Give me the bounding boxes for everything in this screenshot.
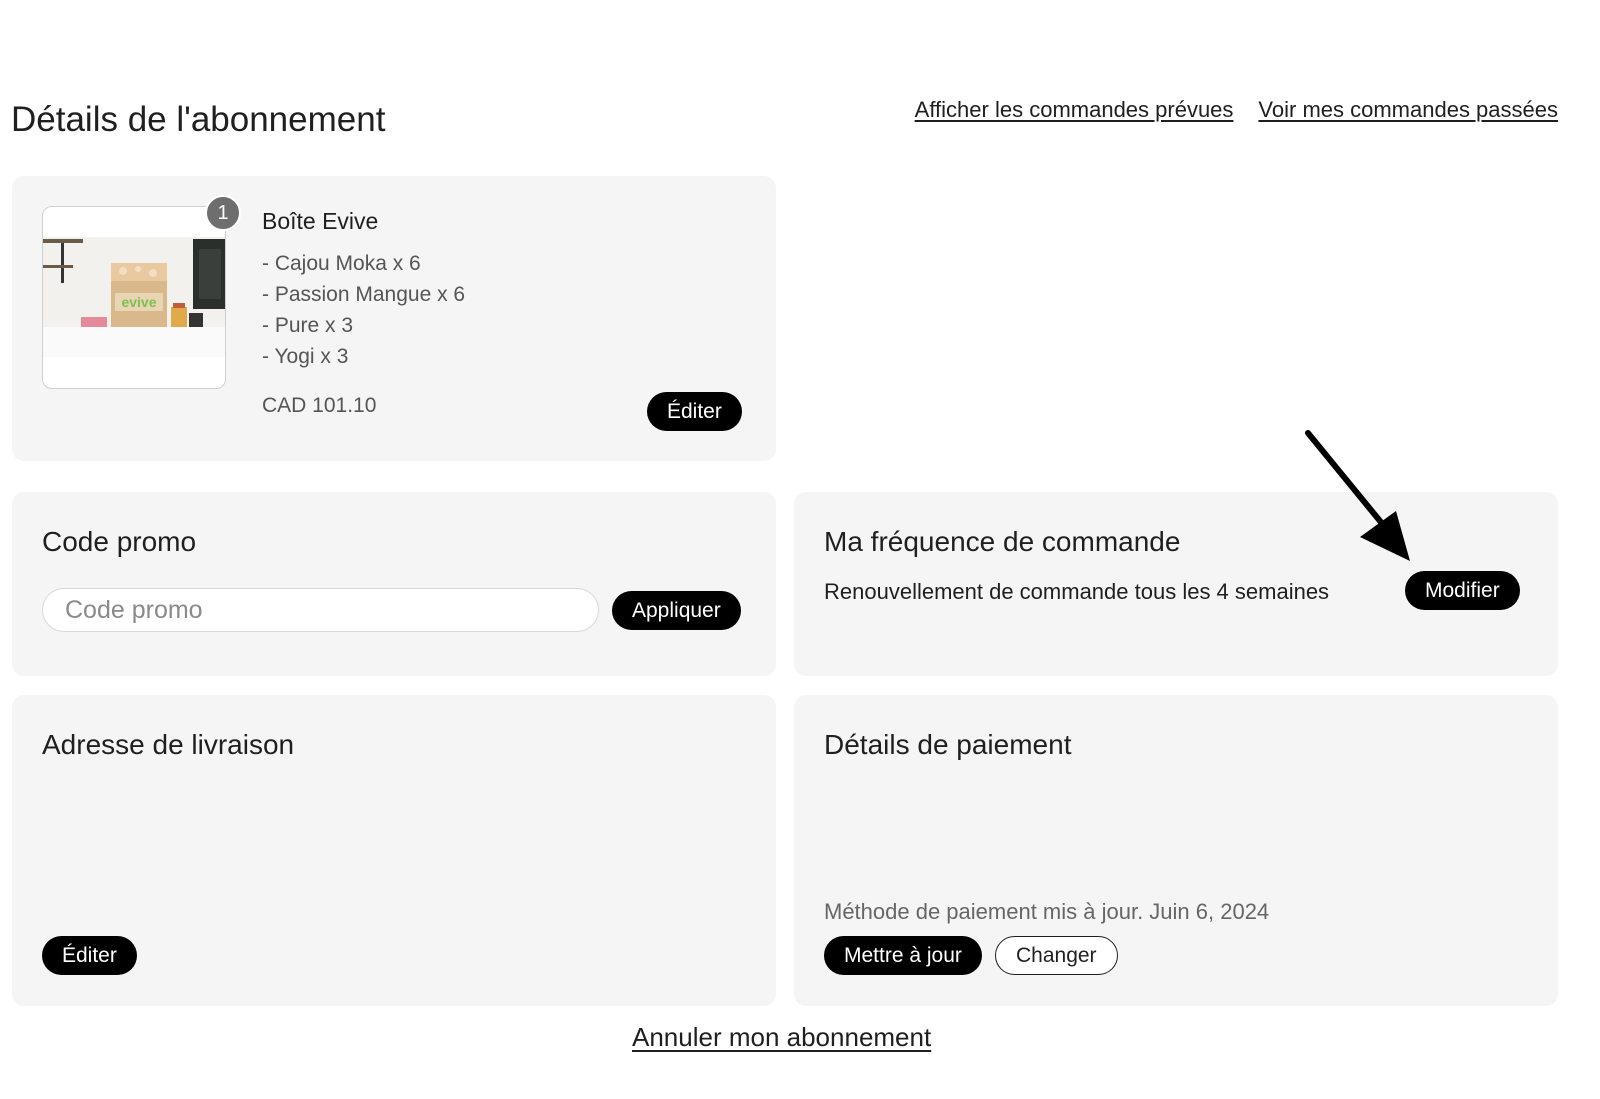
update-payment-button[interactable]: Mettre à jour xyxy=(824,936,982,975)
change-payment-button[interactable]: Changer xyxy=(995,936,1118,975)
quantity-badge: 1 xyxy=(205,195,241,231)
payment-title: Détails de paiement xyxy=(824,729,1072,760)
frequency-card: Ma fréquence de commande Renouvellement … xyxy=(794,492,1558,676)
top-links: Afficher les commandes prévues Voir mes … xyxy=(915,97,1558,123)
product-brand-text: evive xyxy=(121,294,156,310)
product-image: evive xyxy=(42,206,226,389)
apply-promo-button[interactable]: Appliquer xyxy=(612,591,741,630)
past-orders-link[interactable]: Voir mes commandes passées xyxy=(1258,97,1558,123)
list-item: - Cajou Moka x 6 xyxy=(262,252,421,275)
subscription-page: Détails de l'abonnement Afficher les com… xyxy=(0,0,1600,1099)
frequency-description: Renouvellement de commande tous les 4 se… xyxy=(824,579,1330,604)
product-card: evive 1 Boîte Evive - Cajou Moka x 6 - P… xyxy=(12,176,776,461)
edit-address-button[interactable]: Éditer xyxy=(42,936,137,975)
cancel-subscription-link[interactable]: Annuler mon abonnement xyxy=(632,1022,931,1053)
product-photo: evive xyxy=(43,207,225,388)
product-items-list: - Cajou Moka x 6 - Passion Mangue x 6 - … xyxy=(262,248,465,372)
upcoming-orders-link[interactable]: Afficher les commandes prévues xyxy=(915,97,1234,123)
promo-title: Code promo xyxy=(42,526,197,557)
payment-card: Détails de paiement Méthode de paiement … xyxy=(794,695,1558,1006)
modify-frequency-button[interactable]: Modifier xyxy=(1405,571,1520,610)
shipping-address-title: Adresse de livraison xyxy=(42,729,295,760)
frequency-title: Ma fréquence de commande xyxy=(824,526,1181,557)
product-price: CAD 101.10 xyxy=(262,394,377,417)
page-title: Détails de l'abonnement xyxy=(11,100,386,139)
payment-updated-note: Méthode de paiement mis à jour. Juin 6, … xyxy=(824,899,1270,924)
shipping-address-card: Adresse de livraison Éditer xyxy=(12,695,776,1006)
promo-code-input[interactable] xyxy=(42,588,599,632)
list-item: - Yogi x 3 xyxy=(262,345,349,368)
list-item: - Passion Mangue x 6 xyxy=(262,283,466,306)
promo-card: Code promo Appliquer xyxy=(12,492,776,676)
list-item: - Pure x 3 xyxy=(262,314,354,337)
edit-product-button[interactable]: Éditer xyxy=(647,392,742,431)
product-name: Boîte Evive xyxy=(262,208,379,234)
